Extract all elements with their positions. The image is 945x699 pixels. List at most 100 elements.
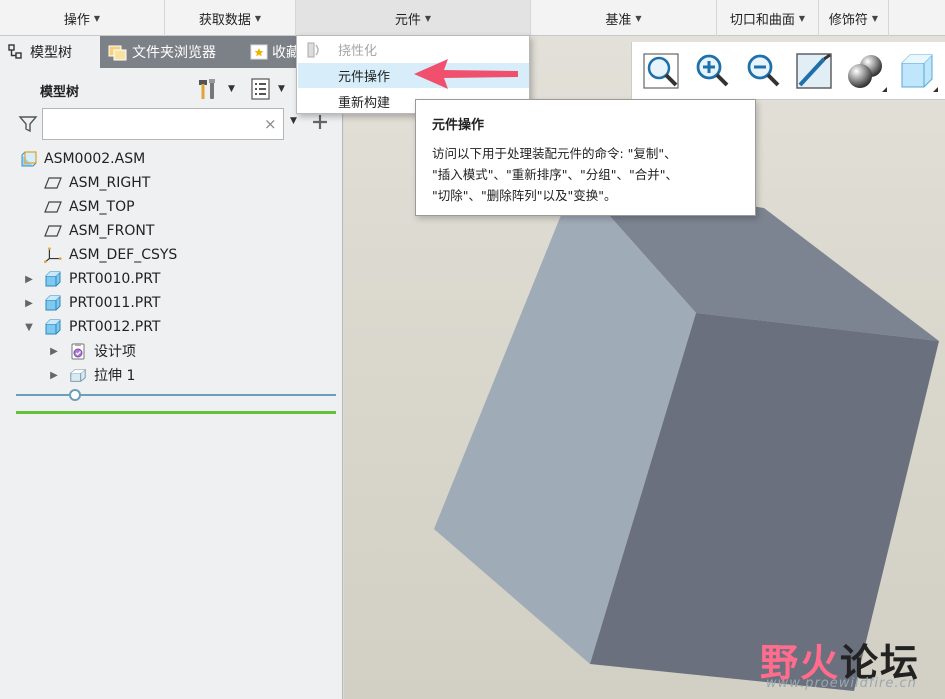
tab-model-tree[interactable]: 模型树: [0, 36, 100, 68]
extrude-icon: [69, 366, 87, 384]
favorites-icon: [250, 43, 268, 61]
expand-arrow-icon[interactable]: ▶: [23, 298, 35, 309]
menu-item-label: 重新构建: [338, 96, 391, 111]
datum-plane-icon: [44, 198, 62, 216]
caret-down-icon: ▼: [228, 84, 235, 94]
tree-node-asm-right[interactable]: ASM_RIGHT: [0, 171, 343, 195]
tree-node-label: PRT0012.PRT: [69, 319, 161, 335]
tooltip-component-operations: 元件操作 访问以下用于处理装配元件的命令: "复制"、 "插入模式"、"重新排序…: [415, 99, 756, 216]
ribbon-group-cuts-surfaces[interactable]: 切口和曲面 ▼: [717, 0, 819, 36]
more-options-corner-icon: [933, 86, 938, 92]
tree-node-asm0002[interactable]: ASM0002.ASM: [0, 147, 343, 171]
list-icon: [251, 78, 270, 100]
zoom-out-icon: [747, 54, 780, 86]
tree-node-prt0011[interactable]: ▶ PRT0011.PRT: [0, 291, 343, 315]
tree-node-asm-top[interactable]: ASM_TOP: [0, 195, 343, 219]
menu-item-label: 挠性化: [338, 44, 378, 59]
ribbon-group-operations[interactable]: 操作 ▼: [0, 0, 165, 36]
ribbon-filler: [889, 0, 945, 35]
part-icon: [44, 318, 62, 336]
ribbon-group-label: 获取数据: [198, 12, 251, 28]
caret-down-icon: ▼: [254, 13, 262, 23]
tooltip-line: "插入模式"、"重新排序"、"分组"、"合并"、: [432, 167, 678, 182]
clear-icon[interactable]: ×: [264, 115, 277, 133]
tree-node-label: ASM_DEF_CSYS: [69, 247, 178, 263]
regeneration-bar: [16, 411, 336, 414]
add-icon[interactable]: [310, 112, 330, 132]
navigator-tabs: 模型树 文件夹浏览器 收藏: [0, 36, 343, 68]
caret-down-icon: ▼: [278, 84, 285, 94]
tooltip-title: 元件操作: [432, 118, 485, 133]
zoom-in-button[interactable]: [689, 48, 735, 94]
view-toolbar: [631, 42, 945, 100]
tree-node-label: ASM_FRONT: [69, 223, 155, 239]
display-style-button[interactable]: [842, 48, 888, 94]
tree-show-button[interactable]: ▼: [250, 77, 285, 101]
repaint-icon: [796, 52, 832, 89]
expand-arrow-icon[interactable]: ▶: [48, 346, 60, 357]
tab-favorites[interactable]: 收藏: [244, 36, 300, 68]
insert-indicator-handle[interactable]: [69, 389, 81, 401]
refit-icon: [643, 52, 679, 89]
ribbon-group-component[interactable]: 元件 ▼: [296, 0, 531, 36]
insert-indicator-line: [16, 394, 336, 396]
tree-node-asm-def-csys[interactable]: ASM_DEF_CSYS: [0, 243, 343, 267]
caret-down-icon: ▼: [93, 13, 101, 23]
watermark-url: www.proewildfire.cn: [766, 676, 917, 691]
caret-down-icon: ▼: [635, 13, 642, 23]
ribbon-group-get-data[interactable]: 获取数据 ▼: [165, 0, 296, 36]
tree-node-label: ASM0002.ASM: [44, 151, 146, 167]
shading-sphere-icon: [848, 54, 882, 88]
part-icon: [44, 294, 62, 312]
tree-node-design-items[interactable]: ▶ 设计项: [0, 339, 343, 363]
tree-node-label: ASM_TOP: [69, 199, 135, 215]
caret-down-icon: ▼: [798, 13, 806, 23]
filter-icon[interactable]: [18, 114, 38, 134]
view-cube-icon: [901, 54, 933, 87]
design-items-icon: [69, 342, 87, 360]
tree-filter-row: × ▼: [0, 106, 343, 140]
more-options-corner-icon: [882, 86, 887, 92]
caret-down-icon: ▼: [871, 13, 879, 23]
tab-label: 文件夹浏览器: [132, 45, 216, 61]
tree-node-extrude-1[interactable]: ▶ 拉伸 1: [0, 363, 343, 387]
tab-folder-browser[interactable]: 文件夹浏览器: [102, 36, 242, 68]
part-icon: [44, 270, 62, 288]
tree-node-label: ASM_RIGHT: [69, 175, 151, 191]
tree-settings-button[interactable]: ▼: [196, 77, 235, 101]
tooltip-line: 访问以下用于处理装配元件的命令: "复制"、: [432, 146, 677, 161]
menu-item-label: 元件操作: [338, 70, 391, 85]
saved-orientations-button[interactable]: [893, 48, 939, 94]
ribbon-group-bar: 操作 ▼ 获取数据 ▼ 元件 ▼ 基准 ▼ 切口和曲面 ▼ 修饰符 ▼: [0, 0, 945, 36]
ribbon-group-datum[interactable]: 基准 ▼: [531, 0, 717, 36]
expand-arrow-icon[interactable]: ▶: [48, 370, 60, 381]
tree-node-asm-front[interactable]: ASM_FRONT: [0, 219, 343, 243]
caret-down-icon: ▼: [424, 13, 432, 23]
tree-node-prt0012[interactable]: ▼ PRT0012.PRT: [0, 315, 343, 339]
tree-node-label: PRT0010.PRT: [69, 271, 161, 287]
tree-search-input[interactable]: [42, 108, 284, 140]
zoom-in-icon: [696, 54, 729, 86]
tooltip-line: "切除"、"删除阵列"以及"变换"。: [432, 188, 617, 203]
tools-icon: [199, 79, 215, 99]
datum-plane-icon: [44, 174, 62, 192]
flexibility-icon: [307, 42, 319, 58]
expand-arrow-icon[interactable]: ▶: [23, 274, 35, 285]
repaint-button[interactable]: [791, 48, 837, 94]
ribbon-group-label: 修饰符: [828, 12, 868, 28]
tooltip-body: 访问以下用于处理装配元件的命令: "复制"、 "插入模式"、"重新排序"、"分组…: [432, 143, 739, 206]
model-tree-header: 模型树 ▼ ▼: [0, 74, 343, 104]
annotation-arrow-icon: [414, 59, 518, 89]
model-tree: ASM0002.ASM ASM_RIGHT ASM_TOP ASM_FRONT: [0, 147, 343, 387]
refit-button[interactable]: [638, 48, 684, 94]
datum-plane-icon: [44, 222, 62, 240]
ribbon-group-label: 基准: [605, 12, 632, 28]
ribbon-group-modifiers[interactable]: 修饰符 ▼: [819, 0, 889, 36]
tree-node-prt0010[interactable]: ▶ PRT0010.PRT: [0, 267, 343, 291]
collapse-arrow-icon[interactable]: ▼: [23, 322, 35, 333]
model-tree-icon: [6, 43, 26, 61]
zoom-out-button[interactable]: [740, 48, 786, 94]
navigator-panel: 模型树 文件夹浏览器 收藏 模型树 ▼ ▼ × ▼ ASM0002.ASM AS…: [0, 36, 343, 699]
filter-options-caret-icon[interactable]: ▼: [290, 116, 297, 126]
tree-node-label: 设计项: [94, 344, 136, 360]
